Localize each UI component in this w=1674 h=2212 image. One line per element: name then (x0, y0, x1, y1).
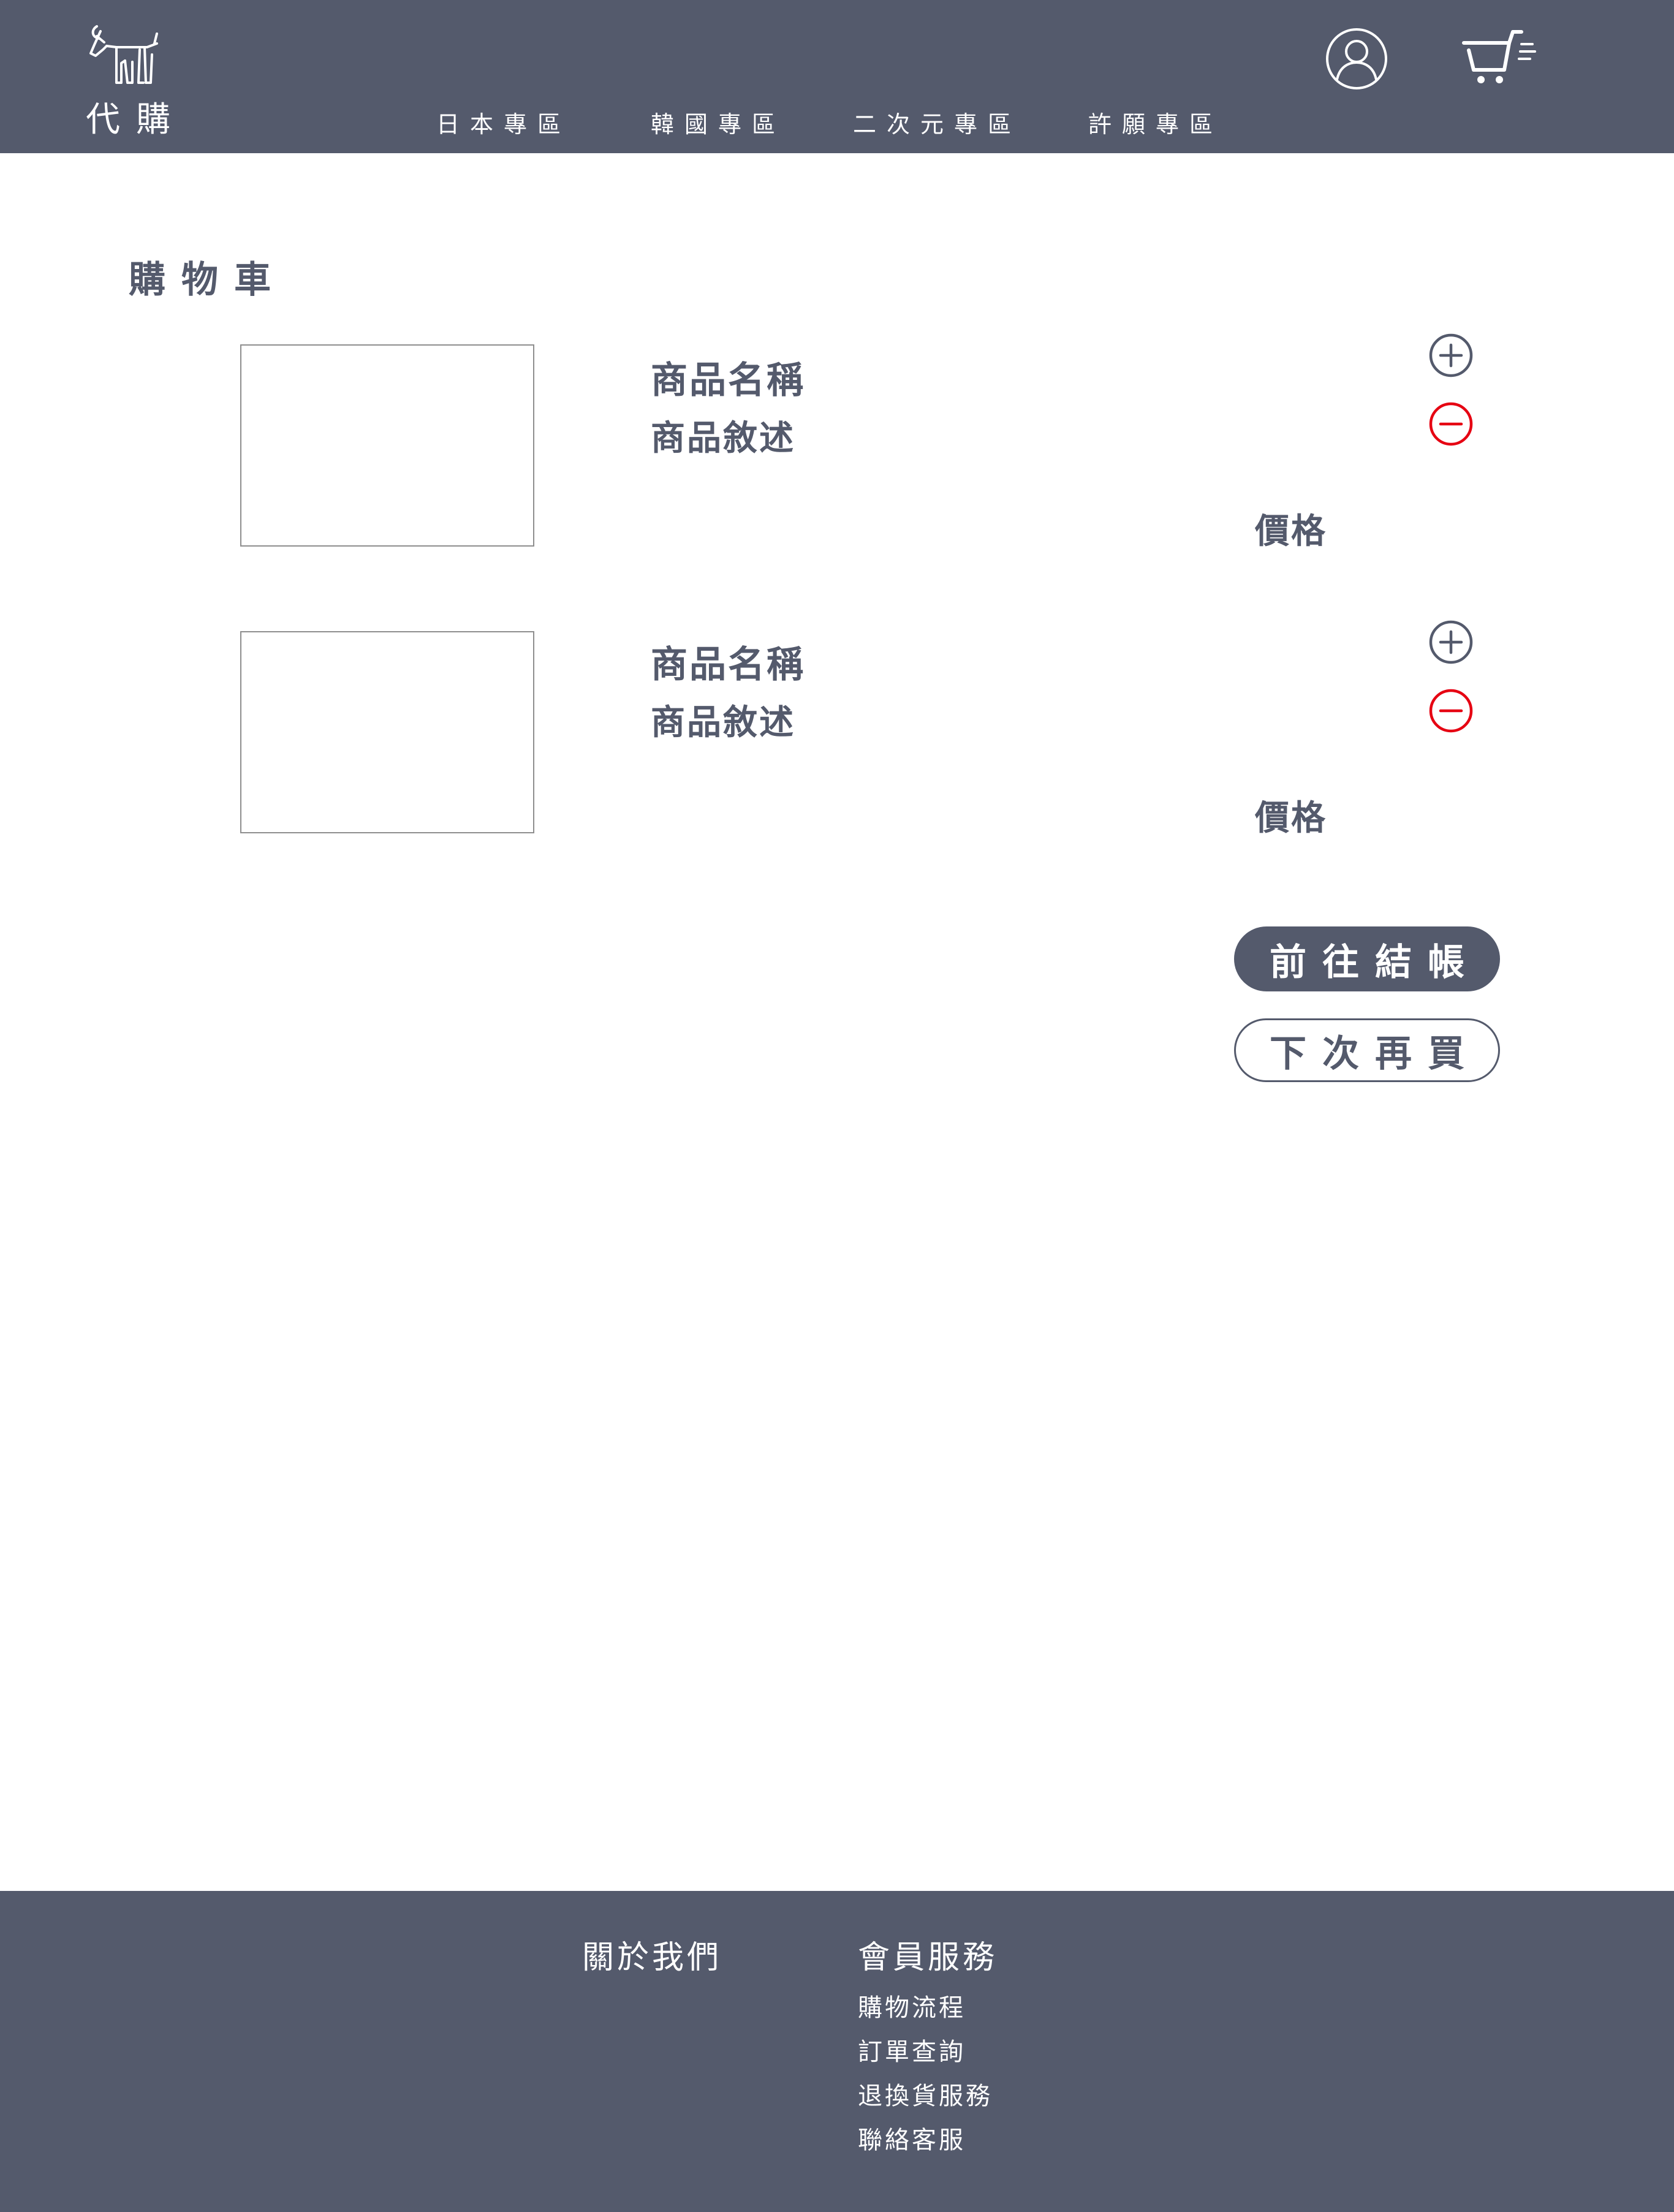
nav-japan[interactable]: 日本專區 (436, 105, 571, 139)
product-description: 商品敘述 (651, 703, 795, 743)
product-price: 價格 (1255, 798, 1327, 838)
goat-logo-icon[interactable] (86, 21, 165, 95)
page-title: 購物車 (129, 259, 287, 301)
nav-anime[interactable]: 二次元專區 (853, 105, 1021, 139)
footer-link-shopping-process[interactable]: 購物流程 (858, 1988, 966, 2023)
product-name[interactable]: 商品名稱 (651, 350, 805, 404)
checkout-button[interactable]: 前往結帳 (1234, 926, 1500, 991)
product-image (240, 344, 534, 547)
product-price: 價格 (1255, 512, 1327, 551)
minus-circle-icon[interactable] (1428, 401, 1474, 447)
footer-about-heading[interactable]: 關於我們 (582, 1931, 722, 1977)
minus-circle-icon[interactable] (1428, 687, 1474, 734)
footer-link-contact[interactable]: 聯絡客服 (858, 2120, 966, 2156)
plus-circle-icon[interactable] (1428, 619, 1474, 665)
cart-icon[interactable] (1460, 27, 1540, 91)
header (0, 0, 1674, 153)
product-description: 商品敘述 (651, 419, 795, 458)
footer-link-order-lookup[interactable]: 訂單查詢 (858, 2032, 966, 2067)
footer-link-returns[interactable]: 退換貨服務 (858, 2076, 993, 2112)
product-name[interactable]: 商品名稱 (651, 635, 805, 688)
buy-later-button[interactable]: 下次再買 (1234, 1018, 1500, 1082)
plus-circle-icon[interactable] (1428, 332, 1474, 379)
nav-korea[interactable]: 韓國專區 (651, 105, 786, 139)
product-image (240, 631, 534, 833)
footer-member-heading: 會員服務 (858, 1939, 998, 1976)
user-icon[interactable] (1325, 27, 1388, 91)
footer (0, 1891, 1674, 2212)
nav-wishlist[interactable]: 許願專區 (1088, 105, 1223, 139)
logo-text[interactable]: 代購 (86, 92, 186, 142)
